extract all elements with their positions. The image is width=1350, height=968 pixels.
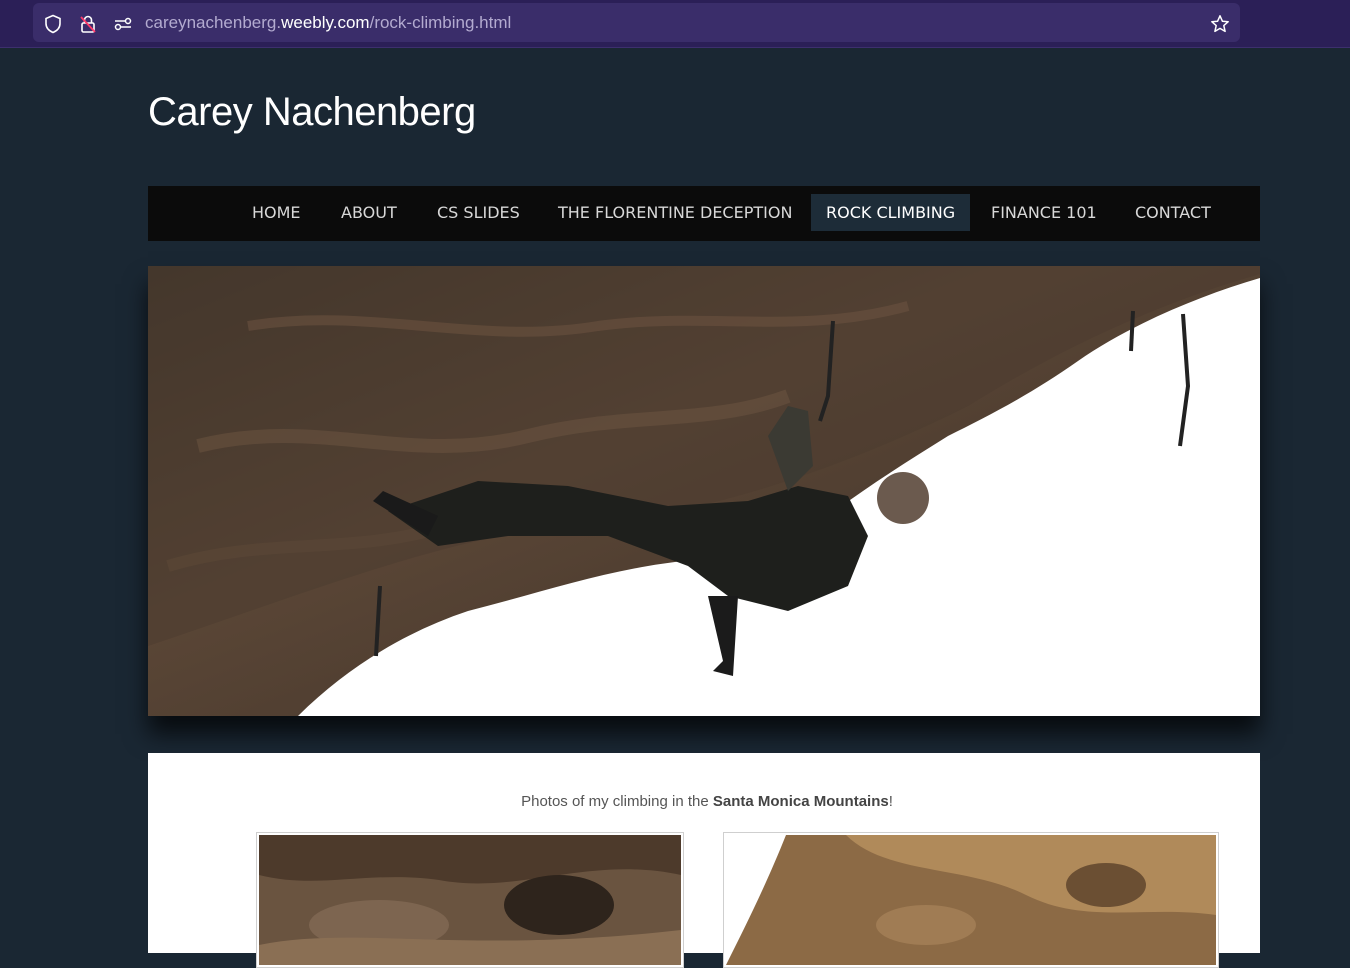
bookmark-star-icon[interactable] bbox=[1210, 14, 1230, 34]
url-path: /rock-climbing.html bbox=[369, 13, 512, 32]
nav-item-finance-101[interactable]: FINANCE 101 bbox=[976, 194, 1112, 231]
url-text[interactable]: careynachenberg.weebly.com/rock-climbing… bbox=[145, 13, 511, 33]
site-permissions-icon[interactable] bbox=[113, 14, 133, 34]
nav-item-contact[interactable]: CONTACT bbox=[1120, 194, 1226, 231]
gallery-photo-1[interactable] bbox=[256, 832, 684, 968]
nav-item-about[interactable]: ABOUT bbox=[326, 194, 412, 231]
nav-item-home[interactable]: HOME bbox=[237, 194, 316, 231]
url-domain: weebly.com bbox=[281, 13, 370, 32]
address-bar[interactable]: careynachenberg.weebly.com/rock-climbing… bbox=[33, 3, 1240, 42]
shield-icon[interactable] bbox=[43, 14, 63, 34]
main-nav: HOME ABOUT CS SLIDES THE FLORENTINE DECE… bbox=[148, 186, 1260, 241]
nav-item-florentine-deception[interactable]: THE FLORENTINE DECEPTION bbox=[543, 194, 807, 231]
nav-item-rock-climbing[interactable]: ROCK CLIMBING bbox=[811, 194, 971, 231]
caption-prefix: Photos of my climbing in the bbox=[521, 793, 713, 810]
caption-location: Santa Monica Mountains bbox=[712, 793, 889, 810]
browser-toolbar: careynachenberg.weebly.com/rock-climbing… bbox=[0, 0, 1350, 48]
url-prefix: careynachenberg. bbox=[145, 13, 282, 32]
hero-climbing-photo bbox=[148, 266, 1260, 716]
insecure-lock-icon[interactable] bbox=[78, 14, 98, 34]
page: Carey Nachenberg HOME ABOUT CS SLIDES TH… bbox=[0, 48, 1350, 968]
nav-item-cs-slides[interactable]: CS SLIDES bbox=[422, 194, 535, 231]
content-panel: Photos of my climbing in the Santa Monic… bbox=[148, 753, 1260, 968]
gallery-photo-2[interactable] bbox=[723, 832, 1219, 968]
site-title[interactable]: Carey Nachenberg bbox=[148, 90, 476, 135]
photos-caption: Photos of my climbing in the Santa Monic… bbox=[148, 793, 1266, 810]
caption-suffix: ! bbox=[888, 793, 893, 810]
